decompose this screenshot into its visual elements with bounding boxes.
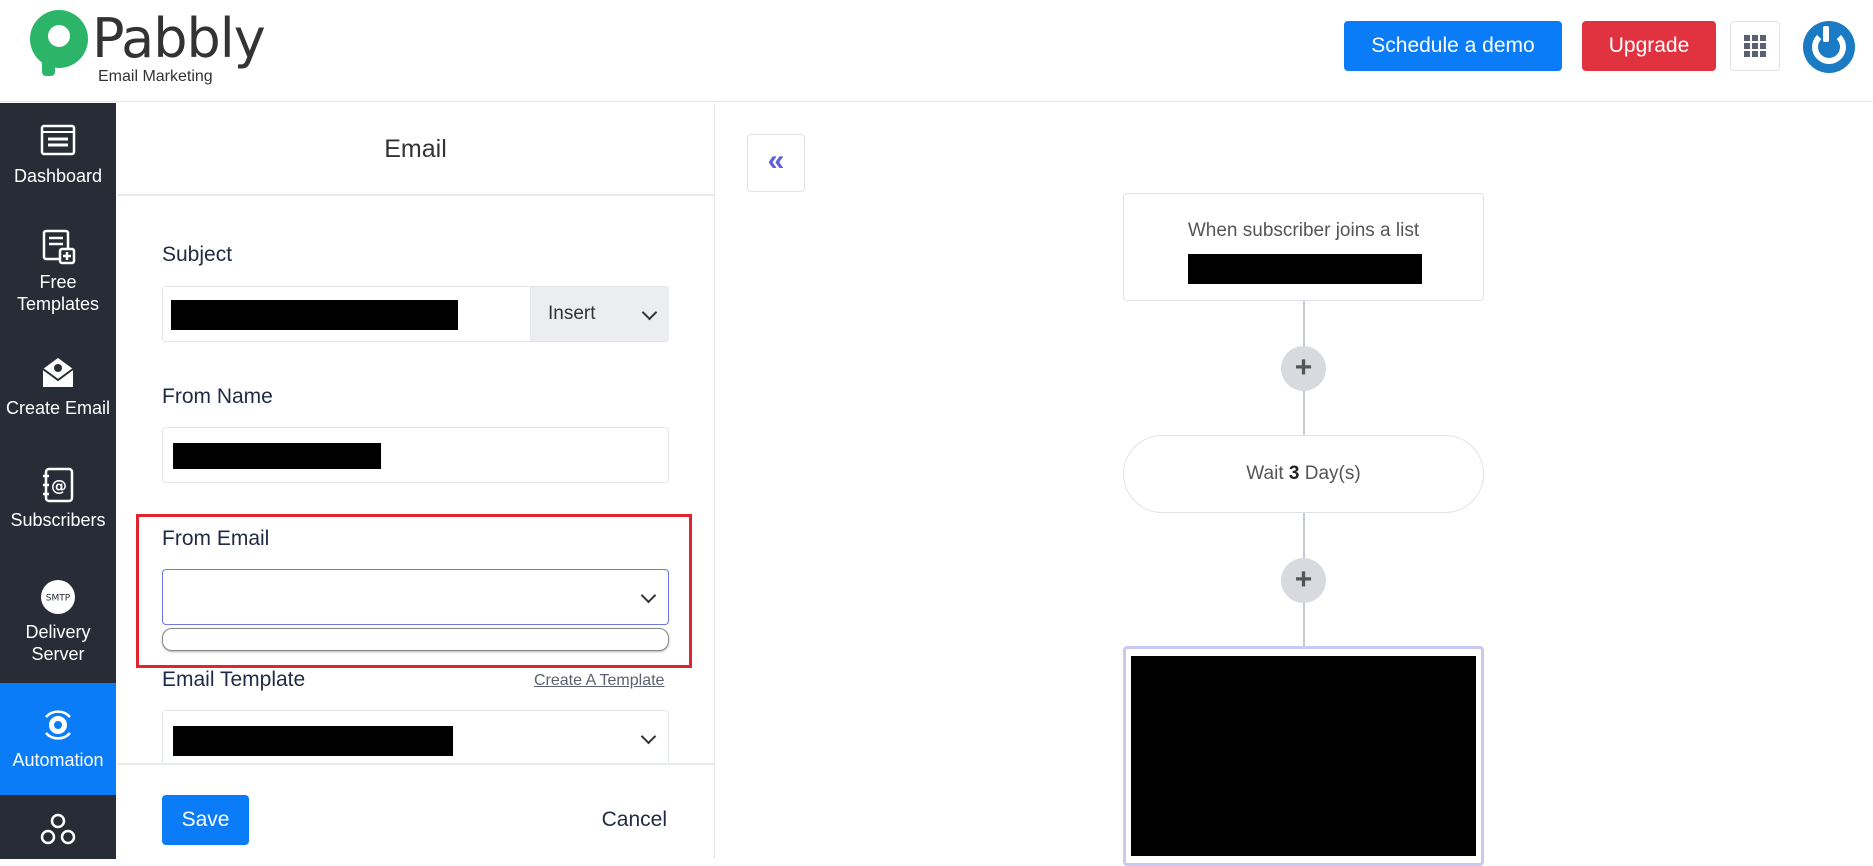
brand-name: Pabbly [92, 7, 266, 70]
trigger-text: When subscriber joins a list [1187, 220, 1420, 241]
sidebar-item-label: Dashboard [13, 166, 103, 186]
redacted-list-name [1188, 254, 1422, 284]
panel-title: Email [117, 103, 714, 196]
top-header: Pabbly Email Marketing Schedule a demo U… [0, 0, 1873, 102]
save-button[interactable]: Save [162, 795, 249, 845]
insert-select-value: Insert [548, 303, 596, 324]
webhook-icon [40, 813, 76, 845]
schedule-demo-button[interactable]: Schedule a demo [1344, 21, 1562, 71]
dashboard-icon [40, 124, 76, 156]
wait-count: 3 [1288, 463, 1300, 484]
wait-node[interactable]: Wait 3 Day(s) [1123, 435, 1484, 513]
cancel-button[interactable]: Cancel [567, 795, 667, 845]
collapse-panel-button[interactable]: « [747, 134, 805, 192]
subject-label: Subject [162, 243, 233, 266]
subscribers-icon: @ [43, 467, 74, 503]
insert-select[interactable]: Insert [530, 287, 669, 341]
power-icon [1812, 26, 1846, 64]
from-name-label: From Name [162, 385, 273, 408]
redacted-from-name-value [173, 443, 381, 469]
subject-input[interactable]: Insert [162, 286, 669, 342]
apps-grid-button[interactable] [1730, 21, 1780, 71]
sidebar-item-subscribers[interactable]: @ Subscribers [0, 465, 116, 553]
chevron-down-icon [641, 304, 658, 321]
sidebar-item-dashboard[interactable]: Dashboard [0, 121, 116, 209]
svg-text:@: @ [51, 476, 67, 495]
brand-subtitle: Email Marketing [98, 68, 213, 85]
wait-unit: Day(s) [1304, 463, 1361, 484]
account-avatar[interactable] [1803, 21, 1855, 73]
sidebar-item-label: Automation [12, 750, 104, 770]
redacted-email-preview [1131, 656, 1476, 856]
from-email-highlight-box [136, 514, 692, 668]
add-step-button[interactable]: + [1281, 346, 1326, 391]
email-action-node[interactable] [1123, 646, 1484, 866]
panel-footer: Save Cancel [117, 763, 714, 859]
email-template-select[interactable] [162, 710, 669, 766]
trigger-node[interactable]: When subscriber joins a list [1123, 193, 1484, 301]
chevron-down-icon [640, 728, 657, 745]
sidebar-item-label: Create Email [5, 398, 111, 418]
workflow-canvas: « When subscriber joins a list + Wait 3 … [716, 103, 1873, 866]
logo-mark-icon [30, 10, 88, 68]
redacted-template-value [173, 726, 453, 756]
create-email-icon [42, 358, 74, 387]
templates-icon [42, 229, 76, 265]
wait-prefix: Wait [1246, 463, 1284, 484]
email-settings-panel: Email Subject Insert From Name From Emai… [117, 103, 715, 859]
sidebar-item-delivery-server[interactable]: SMTP Delivery Server [0, 577, 116, 677]
pabbly-logo[interactable]: Pabbly Email Marketing [30, 8, 270, 88]
sidebar-item-automation[interactable]: Automation [0, 683, 116, 795]
sidebar-item-label: Subscribers [10, 510, 106, 530]
sidebar: Dashboard Free Templates Create Email @ … [0, 103, 116, 859]
upgrade-button[interactable]: Upgrade [1582, 21, 1716, 71]
sidebar-item-webhook[interactable] [0, 809, 116, 859]
sidebar-item-label: Free Templates [16, 272, 100, 314]
grid-icon [1744, 35, 1766, 57]
svg-text:SMTP: SMTP [46, 594, 71, 604]
add-step-button[interactable]: + [1281, 558, 1326, 603]
smtp-icon: SMTP [41, 580, 75, 614]
automation-icon [45, 710, 71, 740]
create-template-link[interactable]: Create A Template [534, 672, 664, 690]
sidebar-item-label: Delivery Server [25, 622, 91, 664]
redacted-subject-value [171, 300, 458, 330]
from-name-input[interactable] [162, 427, 669, 483]
sidebar-item-free-templates[interactable]: Free Templates [0, 227, 116, 327]
email-template-label: Email Template [162, 668, 306, 691]
sidebar-item-create-email[interactable]: Create Email [0, 353, 116, 441]
